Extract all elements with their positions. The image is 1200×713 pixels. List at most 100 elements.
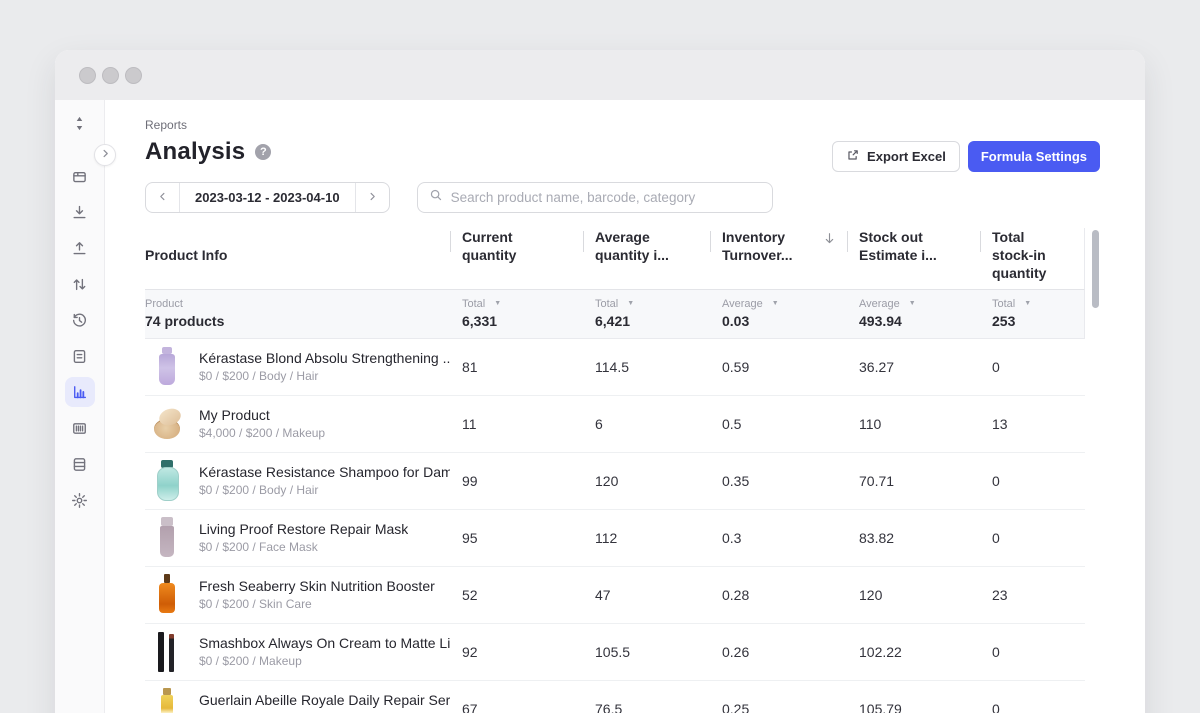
table-row[interactable]: Living Proof Restore Repair Mask$0 / $20… (145, 510, 1085, 567)
table-row[interactable]: Fresh Seaberry Skin Nutrition Booster$0 … (145, 567, 1085, 624)
sidebar-item-upload[interactable] (65, 233, 95, 263)
metric-value: 120 (583, 473, 710, 489)
product-cell: Guerlain Abeille Royale Daily Repair Ser… (145, 686, 450, 713)
metric-value: 23 (980, 587, 1085, 603)
product-cell: Fresh Seaberry Skin Nutrition Booster$0 … (145, 572, 450, 618)
product-name: My Product (199, 407, 325, 423)
formula-settings-label: Formula Settings (981, 149, 1087, 164)
sidebar-item-download[interactable] (65, 197, 95, 227)
column-header-1[interactable]: Current quantity (450, 228, 583, 283)
summary-value: 253 (992, 313, 1085, 329)
sidebar-item-barcode[interactable] (65, 413, 95, 443)
gear-icon (71, 492, 88, 509)
metric-value: 114.5 (583, 359, 710, 375)
column-header-label: Inventory Turnover... (722, 229, 793, 263)
previous-period-button[interactable] (146, 183, 179, 212)
summary-value: 6,331 (462, 313, 583, 329)
aggregation-selector[interactable]: Total▼ (595, 298, 710, 310)
caret-down-icon: ▼ (909, 300, 916, 307)
product-cell: Kérastase Blond Absolu Strengthening ...… (145, 344, 450, 390)
sidebar-item-bar-chart[interactable] (65, 377, 95, 407)
window-control-dot[interactable] (79, 67, 96, 84)
sidebar-expand-button[interactable] (94, 144, 116, 166)
metric-value: 0 (980, 530, 1085, 546)
window-control-dot[interactable] (125, 67, 142, 84)
aggregation-selector[interactable]: Total▼ (462, 298, 583, 310)
product-name: Fresh Seaberry Skin Nutrition Booster (199, 578, 435, 594)
column-header-4[interactable]: Stock out Estimate i... (847, 228, 980, 283)
sidebar-item-gear[interactable] (65, 485, 95, 515)
column-header-label: Total stock-in quantity (992, 229, 1046, 281)
aggregation-label: Average (722, 298, 763, 310)
metric-value: 36.27 (847, 359, 980, 375)
caret-down-icon: ▼ (772, 300, 779, 307)
chevron-left-icon (157, 189, 168, 207)
column-header-3[interactable]: Inventory Turnover... (710, 228, 847, 283)
sidebar-item-package[interactable] (65, 161, 95, 191)
product-name: Guerlain Abeille Royale Daily Repair Ser… (199, 692, 450, 708)
product-thumbnail (151, 515, 183, 561)
export-icon (846, 148, 860, 165)
metric-value: 0.59 (710, 359, 847, 375)
sort-descending-arrow-icon[interactable] (822, 231, 837, 251)
export-excel-button[interactable]: Export Excel (832, 141, 960, 172)
search-box (417, 182, 773, 213)
product-thumbnail (151, 344, 183, 390)
metric-value: 67 (450, 701, 583, 713)
product-name: Living Proof Restore Repair Mask (199, 521, 408, 537)
summary-value: 6,421 (595, 313, 710, 329)
search-input[interactable] (451, 190, 761, 205)
download-icon (71, 204, 88, 221)
product-name: Kérastase Resistance Shampoo for Dam... (199, 464, 450, 480)
product-details: $0 / $200 / Makeup (199, 654, 450, 668)
metric-value: 0 (980, 473, 1085, 489)
vertical-scrollbar[interactable] (1092, 230, 1099, 308)
product-thumbnail (151, 686, 183, 713)
product-count: 74 products (145, 313, 450, 329)
analysis-table: Product Info Current quantity Average qua… (145, 228, 1085, 713)
aggregation-selector[interactable]: Total▼ (992, 298, 1085, 310)
metric-value: 0.28 (710, 587, 847, 603)
product-name: Kérastase Blond Absolu Strengthening ... (199, 350, 450, 366)
metric-value: 81 (450, 359, 583, 375)
table-row[interactable]: Kérastase Blond Absolu Strengthening ...… (145, 339, 1085, 396)
column-header-2[interactable]: Average quantity i... (583, 228, 710, 283)
sidebar-item-transfer-arrows[interactable] (65, 269, 95, 299)
table-row[interactable]: My Product$4,000 / $200 / Makeup1160.511… (145, 396, 1085, 453)
aggregation-selector[interactable]: Average ▼ (859, 298, 980, 310)
upload-icon (71, 240, 88, 257)
table-row[interactable]: Smashbox Always On Cream to Matte Li...$… (145, 624, 1085, 681)
next-period-button[interactable] (356, 183, 389, 212)
metric-value: 76.5 (583, 701, 710, 713)
table-row[interactable]: Guerlain Abeille Royale Daily Repair Ser… (145, 681, 1085, 713)
metric-value: 0.35 (710, 473, 847, 489)
metric-value: 52 (450, 587, 583, 603)
metric-value: 11 (450, 416, 583, 432)
column-header-5[interactable]: Total stock-in quantity (980, 228, 1085, 283)
summary-cell-5: Total▼ 253 (980, 298, 1085, 329)
sidebar-item-history[interactable] (65, 305, 95, 335)
sidebar (55, 100, 105, 713)
sidebar-item-sort-vertical[interactable] (65, 108, 95, 138)
table-row[interactable]: Kérastase Resistance Shampoo for Dam...$… (145, 453, 1085, 510)
window-control-dot[interactable] (102, 67, 119, 84)
metric-value: 0.3 (710, 530, 847, 546)
help-icon[interactable]: ? (255, 144, 271, 160)
barcode-icon (71, 420, 88, 437)
sidebar-item-document[interactable] (65, 341, 95, 371)
metric-value: 92 (450, 644, 583, 660)
aggregation-label: Average (859, 298, 900, 310)
summary-value: 0.03 (722, 313, 847, 329)
column-header-label: Average quantity i... (595, 229, 669, 263)
column-header-product-info[interactable]: Product Info (145, 246, 450, 265)
aggregation-selector[interactable]: Average ▼ (722, 298, 847, 310)
aggregation-label: Total (992, 298, 1015, 310)
sidebar-item-server[interactable] (65, 449, 95, 479)
formula-settings-button[interactable]: Formula Settings (968, 141, 1100, 172)
metric-value: 0 (980, 644, 1085, 660)
date-range-value[interactable]: 2023-03-12 - 2023-04-10 (179, 183, 356, 212)
page-title: Analysis (145, 138, 245, 166)
metric-value: 13 (980, 416, 1085, 432)
summary-label: Product (145, 298, 183, 310)
caret-down-icon: ▼ (494, 300, 501, 307)
